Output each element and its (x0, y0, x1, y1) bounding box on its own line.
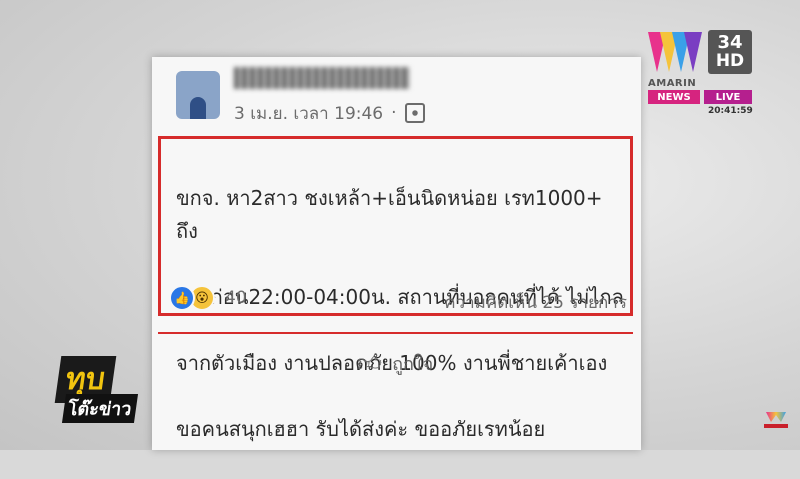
facebook-post-card: 3 เม.ย. เวลา 19:46 · ขกจ. หา2สาว ชงเหล้า… (152, 57, 641, 450)
channel-number-badge: 34 HD (708, 30, 752, 74)
like-button-label: ถูกใจ (392, 354, 434, 375)
amarin-logo-icon (648, 32, 706, 80)
channel-hd: HD (715, 51, 745, 71)
thumbs-up-icon: 👍︎ (357, 349, 383, 377)
show-logo: ทุบ โต๊ะข่าว (54, 356, 140, 423)
channel-logo: AMARIN 34 HD NEWS LIVE 20:41:59 (648, 28, 756, 116)
reactions-summary[interactable]: 👍 😮 40 (169, 285, 247, 311)
broadcast-clock: 20:41:59 (708, 106, 753, 116)
live-badge: LIVE (704, 90, 752, 104)
author-name-blurred[interactable] (234, 67, 410, 89)
post-meta: 3 เม.ย. เวลา 19:46 · (234, 101, 425, 125)
like-button[interactable]: 👍︎ ถูกใจ (357, 349, 433, 378)
post-line: ขอคนสนุกเฮฮา รับได้ส่งค่ะ ขออภัยเรทน้อย (176, 417, 546, 441)
meta-separator: · (391, 103, 397, 123)
post-date[interactable]: 3 เม.ย. เวลา 19:46 (234, 100, 383, 127)
show-title-bottom: โต๊ะข่าว (61, 394, 138, 423)
post-line: ขกจ. หา2สาว ชงเหล้า+เอ็นนิดหน่อย เรท1000… (176, 186, 603, 243)
brand-name: AMARIN (648, 78, 697, 89)
like-reaction-icon: 👍 (169, 285, 195, 311)
author-avatar[interactable] (176, 71, 220, 119)
group-icon (404, 103, 425, 123)
news-badge: NEWS (648, 90, 700, 104)
highlight-underline (158, 332, 633, 334)
channel-number: 34 (717, 32, 743, 53)
reaction-count: 40 (225, 288, 247, 308)
comments-count-link[interactable]: ความคิดเห็น 25 รายการ (444, 289, 627, 316)
corner-watermark-icon (762, 412, 790, 430)
